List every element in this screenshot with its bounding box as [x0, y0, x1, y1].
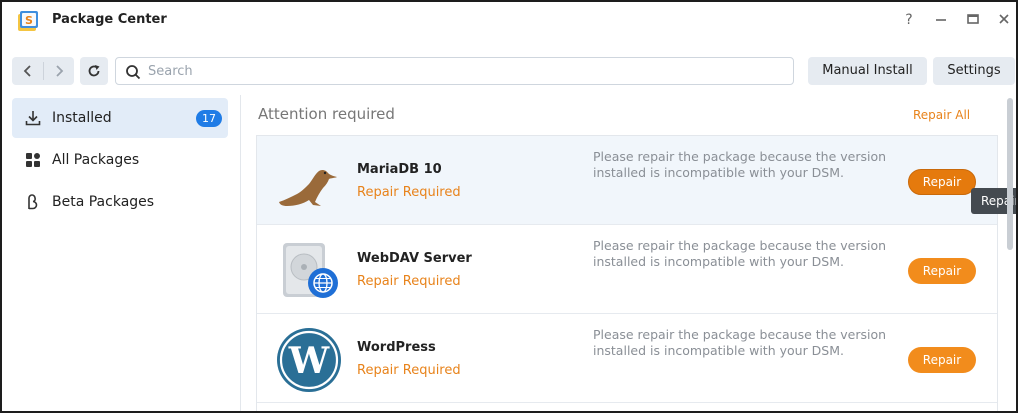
minimize-icon[interactable] [931, 10, 951, 30]
scrollbar-thumb[interactable] [1007, 98, 1013, 250]
beta-icon [28, 194, 38, 210]
section-title: Attention required [258, 105, 395, 123]
close-icon[interactable] [994, 10, 1014, 30]
package-row-wordpress[interactable]: W WordPress Repair Required Please repai… [257, 314, 997, 403]
webdav-drive-globe-icon [283, 243, 338, 298]
sidebar-item-all-packages[interactable]: All Packages [12, 140, 228, 180]
package-status: Repair Required [357, 185, 461, 200]
package-name: WebDAV Server [357, 251, 472, 266]
chevron-left-icon [23, 65, 31, 77]
search-box[interactable] [115, 57, 794, 85]
package-description: Please repair the package because the ve… [593, 149, 887, 180]
forward-button[interactable] [43, 57, 74, 85]
package-row-mariadb[interactable]: MariaDB 10 Repair Required Please repair… [257, 136, 997, 225]
window-title: Package Center [52, 12, 167, 27]
back-button[interactable] [12, 57, 43, 85]
sidebar: Installed 17 All Packages Beta Packages [2, 95, 240, 411]
package-description: Please repair the package because the ve… [593, 238, 887, 269]
svg-text:S: S [25, 14, 33, 27]
settings-button[interactable]: Settings [933, 57, 1015, 85]
package-name: MariaDB 10 [357, 162, 442, 177]
download-icon [25, 111, 41, 126]
sidebar-item-installed[interactable]: Installed 17 [12, 98, 228, 138]
package-name: WordPress [357, 340, 436, 355]
installed-count-badge: 17 [196, 110, 222, 127]
sidebar-item-label: Installed [52, 110, 112, 126]
package-status: Repair Required [357, 363, 461, 378]
package-description: Please repair the package because the ve… [593, 327, 887, 358]
package-center-app-icon: S [18, 11, 38, 31]
navigation-group [12, 57, 74, 85]
manual-install-button[interactable]: Manual Install [808, 57, 927, 85]
package-center-window: S Package Center ? Search Manual Install… [0, 0, 1018, 413]
repair-button[interactable]: Repair [908, 258, 976, 284]
sidebar-item-beta-packages[interactable]: Beta Packages [12, 182, 228, 222]
title-bar: S Package Center ? [2, 2, 1016, 40]
refresh-button[interactable] [80, 57, 108, 85]
sidebar-divider [240, 95, 241, 411]
maximize-icon[interactable] [963, 10, 983, 30]
sidebar-item-label: Beta Packages [52, 194, 155, 210]
package-status: Repair Required [357, 274, 461, 289]
help-icon[interactable]: ? [899, 10, 919, 30]
refresh-icon [88, 65, 100, 77]
package-list: MariaDB 10 Repair Required Please repair… [256, 135, 998, 411]
mariadb-seal-icon [279, 169, 337, 206]
repair-button[interactable]: Repair [908, 169, 976, 195]
chevron-right-icon [56, 65, 64, 77]
sidebar-item-label: All Packages [52, 152, 140, 168]
repair-all-link[interactable]: Repair All [913, 108, 970, 122]
grid-icon [26, 153, 40, 167]
search-input[interactable] [148, 62, 778, 80]
wordpress-icon: W [277, 328, 341, 392]
svg-text:W: W [288, 340, 330, 382]
search-icon [126, 65, 141, 80]
repair-button[interactable]: Repair [908, 347, 976, 373]
package-row-webdav[interactable]: WebDAV Server Repair Required Please rep… [257, 225, 997, 314]
